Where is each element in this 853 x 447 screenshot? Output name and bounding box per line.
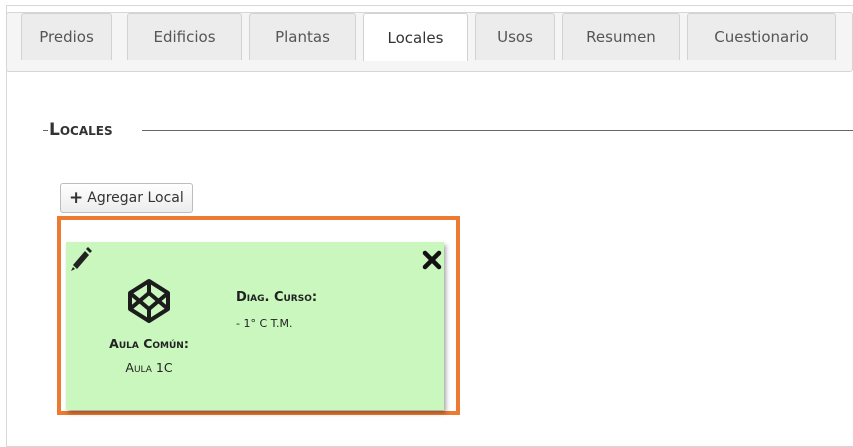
section-legend: Locales	[49, 120, 113, 140]
close-icon[interactable]	[422, 250, 442, 270]
plus-icon: +	[69, 188, 84, 208]
fieldset-border-left	[43, 130, 48, 131]
diag-curso-label: Diag. Curso:	[236, 290, 318, 305]
tab-edificios[interactable]: Edificios	[127, 13, 242, 60]
tab-usos[interactable]: Usos	[475, 13, 555, 60]
local-type-label: Aula Común:	[109, 336, 189, 351]
tab-plantas[interactable]: Plantas	[249, 13, 356, 60]
tab-cuestionario[interactable]: Cuestionario	[687, 13, 836, 60]
tab-resumen[interactable]: Resumen	[562, 13, 680, 60]
diag-curso-item: - 1° C T.M.	[236, 317, 293, 330]
add-local-label: Agregar Local	[87, 190, 184, 206]
local-card[interactable]: Aula Común: Aula 1C Diag. Curso: - 1° C …	[66, 242, 444, 410]
local-name: Aula 1C	[125, 360, 173, 375]
codepen-cube-icon	[128, 279, 170, 323]
fieldset-border-right	[142, 130, 853, 131]
add-local-button[interactable]: + Agregar Local	[60, 183, 193, 213]
tab-predios[interactable]: Predios	[21, 13, 112, 60]
pencil-icon[interactable]	[68, 244, 92, 272]
tab-locales[interactable]: Locales	[363, 13, 468, 61]
